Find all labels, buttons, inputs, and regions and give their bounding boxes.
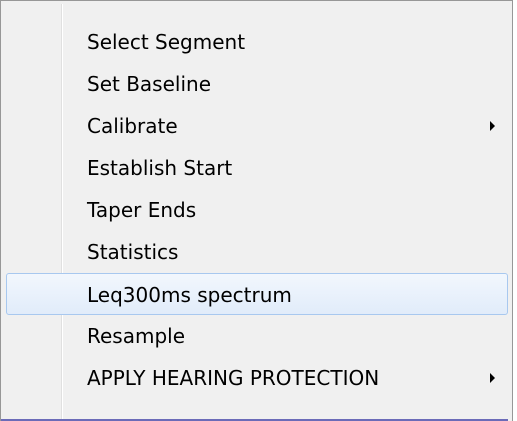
menu-item-list: Select Segment Set Baseline Calibrate Es… [4,21,509,399]
menu-item-statistics[interactable]: Statistics [4,231,509,273]
submenu-arrow-icon [490,373,495,383]
menu-item-label: Set Baseline [87,72,211,96]
menu-item-apply-hearing-protection[interactable]: APPLY HEARING PROTECTION [4,357,509,399]
menu-item-calibrate[interactable]: Calibrate [4,105,509,147]
context-menu: Select Segment Set Baseline Calibrate Es… [0,0,513,421]
menu-item-label: Statistics [87,240,179,264]
menu-item-taper-ends[interactable]: Taper Ends [4,189,509,231]
menu-item-label: Taper Ends [87,198,197,222]
menu-item-label: Select Segment [87,30,246,54]
menu-item-label: Calibrate [87,114,178,138]
menu-item-select-segment[interactable]: Select Segment [4,21,509,63]
menu-item-label: Establish Start [87,156,233,180]
menu-item-label: Leq300ms spectrum [87,283,292,307]
menu-item-establish-start[interactable]: Establish Start [4,147,509,189]
menu-item-resample[interactable]: Resample [4,315,509,357]
menu-item-set-baseline[interactable]: Set Baseline [4,63,509,105]
menu-item-label: Resample [87,324,186,348]
menu-item-label: APPLY HEARING PROTECTION [87,366,380,390]
menu-item-leq300ms-spectrum[interactable]: Leq300ms spectrum [6,273,508,315]
submenu-arrow-icon [490,121,495,131]
